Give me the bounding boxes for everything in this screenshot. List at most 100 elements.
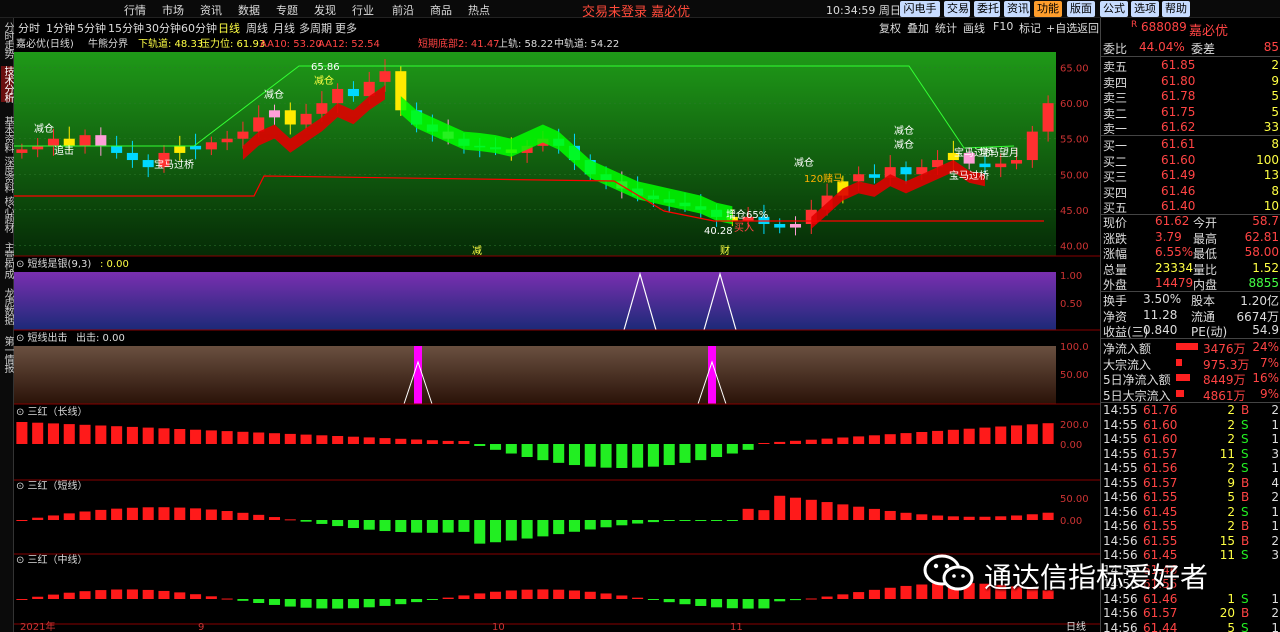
tick-volume: 2 [1227, 403, 1235, 417]
tick-price: 61.55 [1143, 490, 1178, 504]
tool-button[interactable]: 画线 [963, 20, 985, 36]
tool-button[interactable]: +自选 [1046, 20, 1077, 36]
signal-annotation: 买入 [734, 222, 754, 234]
left-tab[interactable]: 分时走势 [1, 22, 13, 58]
tick-time: 14:55 [1103, 461, 1138, 475]
long-term-bar [616, 444, 628, 468]
top-button[interactable]: 帮助 [1162, 1, 1190, 17]
indicator-value: 压力位: 61.93 [200, 37, 265, 50]
short-term-bar [537, 520, 549, 537]
tool-button[interactable]: 标记 [1019, 20, 1041, 36]
period-tab[interactable]: 月线 [273, 20, 295, 36]
top-button[interactable]: 交易 [944, 1, 970, 17]
tool-button[interactable]: 返回 [1077, 20, 1099, 36]
left-tab[interactable]: 深度资料 [1, 156, 13, 192]
left-tab[interactable]: 主营构成 [1, 242, 13, 278]
menu-item[interactable]: 热点 [468, 2, 490, 18]
top-button[interactable]: 版面 [1067, 1, 1095, 17]
left-tab[interactable]: 龙虎数据 [1, 288, 13, 324]
menu-item[interactable]: 数据 [238, 2, 260, 18]
tick-count: 3 [1271, 446, 1279, 461]
menu-item[interactable]: 资讯 [200, 2, 222, 18]
ask-row: 卖三 61.78 5 [1101, 89, 1280, 105]
long-term-bar [95, 425, 107, 444]
period-tab[interactable]: 分时 [18, 20, 40, 36]
bid-volume: 13 [1263, 168, 1279, 182]
long-term-bar [126, 426, 138, 444]
mid-term-bar [347, 599, 359, 609]
tick-count: 1 [1271, 461, 1279, 475]
short-term-bar [363, 520, 375, 530]
top-button[interactable]: 功能 [1034, 1, 1062, 17]
stat-value: 6.55% [1155, 245, 1194, 259]
y-tick: 65.00 [1060, 64, 1089, 75]
long-term-bar [442, 440, 454, 444]
mid-term-bar [16, 599, 28, 600]
top-button[interactable]: 委托 [974, 1, 1000, 17]
menu-item[interactable]: 前沿 [392, 2, 414, 18]
panel1-bg [14, 272, 1056, 330]
tick-time: 14:55 [1103, 432, 1138, 446]
x-axis-label: 2021年 [20, 620, 55, 632]
period-tab[interactable]: 1分钟 [46, 20, 75, 36]
tick-side: B [1241, 606, 1250, 620]
chart-area[interactable]: 嘉必优(日线) 牛熊分界 下轨道: 48.33压力位: 61.93AA10: 53.… [14, 36, 1100, 632]
left-tab[interactable]: 核心题材 [1, 196, 13, 232]
period-tab[interactable]: 更多 [335, 20, 357, 36]
period-tab[interactable]: 60分钟 [181, 20, 217, 36]
left-tab[interactable]: 技术分析 [1, 66, 13, 102]
top-button[interactable]: 公式 [1100, 1, 1128, 17]
tool-button[interactable]: 叠加 [907, 20, 929, 36]
tick-row: 14:56 61.45 2 S 1 [1101, 505, 1280, 520]
menu-item[interactable]: 市场 [162, 2, 184, 18]
tool-button[interactable]: 统计 [935, 20, 957, 36]
mid-term-bar [142, 589, 154, 599]
top-button[interactable]: 资讯 [1004, 1, 1030, 17]
tick-time: 14:56 [1103, 519, 1138, 533]
tool-button[interactable]: 复权 [879, 20, 901, 36]
period-tab[interactable]: 30分钟 [145, 20, 181, 36]
menu-item[interactable]: 发现 [314, 2, 336, 18]
long-term-bar [332, 436, 344, 444]
long-term-bar [884, 434, 896, 444]
clock: 10:34:59 周日 [826, 2, 901, 18]
tick-count: 2 [1271, 606, 1279, 620]
y-tick: 0.00 [1060, 440, 1082, 451]
period-tab[interactable]: 多周期 [299, 20, 332, 36]
tick-time: 14:55 [1103, 417, 1138, 432]
left-tab[interactable]: 第一情报 [1, 336, 13, 372]
long-term-bar [253, 432, 265, 444]
stat-value: 62.81 [1244, 229, 1279, 244]
top-button[interactable]: 选项 [1131, 1, 1159, 17]
period-toolbar: 分时 1分钟 5分钟 15分钟 30分钟 60分钟 日线 周线 月线 多周期 更多 复权 叠加 统计 画线… [0, 18, 1100, 36]
tool-button[interactable]: F10 [993, 20, 1013, 33]
short-term-bar [16, 520, 28, 521]
mid-term-bar [837, 594, 849, 599]
menu-item[interactable]: 商品 [430, 2, 452, 18]
period-tab[interactable]: 5分钟 [77, 20, 106, 36]
short-term-bar [158, 507, 170, 520]
period-tab[interactable]: 周线 [246, 20, 268, 36]
period-tab[interactable]: 日线 [218, 20, 240, 36]
mid-term-bar [47, 594, 59, 599]
stat-row: 涨跌 3.79 最高 62.81 [1101, 229, 1280, 246]
tick-side: B [1241, 533, 1250, 548]
flow-bar [1176, 389, 1185, 397]
bottom-tag: 财 [720, 244, 730, 257]
long-term-bar [758, 443, 770, 444]
long-term-bar [268, 433, 281, 444]
menu-item[interactable]: 行情 [124, 2, 146, 18]
top-button[interactable]: 闪电手 [900, 1, 940, 17]
mid-term-bar [111, 589, 123, 599]
indicator-value: 短期底部2: 41.47 [418, 37, 500, 50]
tick-side: B [1241, 475, 1250, 490]
low-price-label: 40.28 [704, 226, 733, 237]
menu-item[interactable]: 专题 [276, 2, 298, 18]
fund-label: 流通 [1191, 309, 1216, 324]
left-tab[interactable]: 基本资料 [1, 116, 13, 152]
short-term-bar [395, 520, 407, 533]
flow-value: 975.3万 [1203, 357, 1250, 372]
long-term-bar [490, 444, 502, 450]
menu-item[interactable]: 行业 [352, 2, 374, 18]
period-tab[interactable]: 15分钟 [108, 20, 144, 36]
